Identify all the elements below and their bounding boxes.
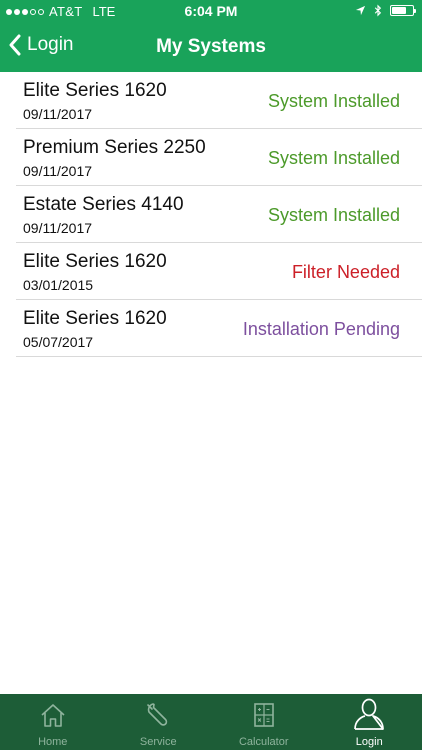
back-button[interactable]: Login: [8, 34, 74, 56]
system-status: System Installed: [267, 91, 400, 111]
home-icon: [41, 704, 65, 727]
system-date: 09/11/2017: [23, 106, 93, 122]
system-status: Filter Needed: [291, 262, 400, 282]
system-date: 09/11/2017: [23, 163, 93, 179]
navigation-bar: Login My Systems: [0, 22, 422, 72]
system-row[interactable]: Elite Series 1620 05/07/2017 Installatio…: [16, 300, 422, 357]
system-name: Premium Series 2250: [23, 137, 206, 158]
status-bar: AT&T LTE 6:04 PM: [0, 0, 422, 22]
system-status: Installation Pending: [242, 319, 400, 339]
system-row[interactable]: Estate Series 4140 09/11/2017 System Ins…: [16, 186, 422, 243]
system-name: Elite Series 1620: [23, 251, 167, 272]
system-date: 03/01/2015: [23, 277, 94, 293]
app-header: AT&T LTE 6:04 PM Login My Systems: [0, 0, 422, 72]
tab-label: Home: [38, 736, 68, 748]
tab-service[interactable]: Service: [106, 694, 212, 750]
location-arrow-icon: [355, 5, 366, 16]
tab-label: Login: [355, 736, 383, 748]
tab-login[interactable]: Login: [317, 694, 422, 750]
system-row[interactable]: Premium Series 2250 09/11/2017 System In…: [16, 129, 422, 186]
system-date: 09/11/2017: [23, 220, 93, 236]
system-date: 05/07/2017: [23, 334, 94, 350]
battery-icon: [390, 5, 416, 16]
systems-list: Elite Series 1620 09/11/2017 System Inst…: [16, 72, 422, 357]
system-status: System Installed: [267, 148, 400, 168]
status-right: [355, 4, 416, 17]
tab-bar: Home Service Calculator Login: [0, 694, 422, 750]
system-name: Elite Series 1620: [23, 308, 167, 329]
back-button-label: Login: [27, 34, 74, 55]
bluetooth-icon: [374, 4, 382, 17]
system-row[interactable]: Elite Series 1620 03/01/2015 Filter Need…: [16, 243, 422, 300]
system-name: Estate Series 4140: [23, 194, 184, 215]
wrench-icon: [147, 703, 168, 726]
tab-label: Service: [139, 736, 177, 748]
tab-calculator[interactable]: Calculator: [211, 694, 317, 750]
chevron-left-icon: [9, 34, 21, 56]
tab-home[interactable]: Home: [0, 694, 106, 750]
system-name: Elite Series 1620: [23, 80, 167, 101]
system-status: System Installed: [267, 205, 400, 225]
calculator-icon: [253, 703, 274, 727]
user-icon: [354, 698, 385, 730]
system-row[interactable]: Elite Series 1620 09/11/2017 System Inst…: [16, 72, 422, 129]
tab-label: Calculator: [238, 736, 289, 748]
